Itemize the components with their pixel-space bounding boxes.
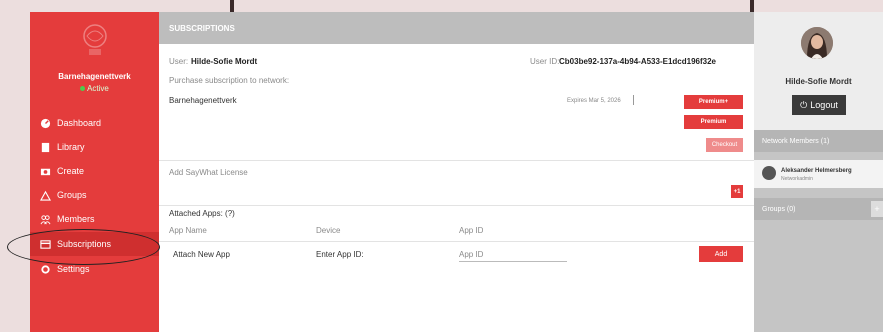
checkout-button[interactable]: Checkout bbox=[706, 138, 743, 152]
network-members-header[interactable]: Network Members (1) bbox=[754, 130, 883, 152]
nav-label: Groups bbox=[57, 190, 87, 200]
purchase-label: Purchase subscription to network: bbox=[169, 76, 290, 85]
status-text: Active bbox=[87, 84, 109, 93]
nav-library[interactable]: Library bbox=[30, 135, 159, 159]
member-role: Networkadmin bbox=[781, 176, 813, 182]
right-panel: Hilde-Sofie Mordt ⏻ Logout Network Membe… bbox=[754, 12, 883, 332]
avatar bbox=[801, 27, 833, 59]
nav-label: Settings bbox=[57, 264, 90, 274]
user-id-value: Cb03be92-137a-4b94-A533-E1dcd196f32e bbox=[559, 57, 716, 66]
groups-icon bbox=[39, 190, 51, 201]
main-content: SUBSCRIPTIONS User: Hilde-Sofie Mordt Us… bbox=[159, 12, 754, 332]
gear-icon bbox=[39, 264, 51, 274]
nav-create[interactable]: Create bbox=[30, 159, 159, 183]
profile-photo-icon bbox=[801, 27, 833, 59]
divider bbox=[159, 241, 754, 242]
app-id-input-underline bbox=[459, 261, 567, 262]
logout-button[interactable]: ⏻ Logout bbox=[792, 95, 846, 115]
nav-dashboard[interactable]: Dashboard bbox=[30, 111, 159, 135]
premium-plus-button[interactable]: Premium+ bbox=[684, 95, 743, 109]
book-icon bbox=[39, 142, 51, 152]
nav-label: Members bbox=[57, 214, 95, 224]
app-window: Barnehagenettverk Active Dashboard Libra… bbox=[30, 12, 883, 332]
user-name: Hilde-Sofie Mordt bbox=[191, 57, 258, 66]
card-icon bbox=[39, 239, 51, 249]
nav-label: Create bbox=[57, 166, 85, 176]
list-item[interactable]: Aleksander Helmersberg Networkadmin bbox=[754, 160, 883, 188]
app-id-input[interactable]: App ID bbox=[459, 250, 483, 259]
nav-members[interactable]: Members bbox=[30, 207, 159, 231]
page-title: SUBSCRIPTIONS bbox=[159, 12, 754, 44]
expires-text: Expires Mar 5, 2026 bbox=[567, 98, 621, 104]
groups-header[interactable]: Groups (0) bbox=[754, 198, 883, 220]
member-name: Aleksander Helmersberg bbox=[781, 168, 852, 174]
add-app-button[interactable]: Add bbox=[699, 246, 743, 262]
member-avatar bbox=[762, 166, 776, 180]
profile-card: Hilde-Sofie Mordt ⏻ Logout bbox=[754, 12, 883, 130]
dashboard-icon bbox=[39, 118, 51, 128]
premium-button[interactable]: Premium bbox=[684, 115, 743, 129]
nav-settings[interactable]: Settings bbox=[30, 257, 159, 281]
column-device: Device bbox=[316, 226, 341, 235]
status-dot-icon bbox=[80, 86, 86, 91]
members-icon bbox=[39, 214, 51, 224]
divider bbox=[159, 160, 754, 161]
add-license-button[interactable]: +1 bbox=[731, 185, 743, 198]
add-group-button[interactable]: + bbox=[871, 201, 883, 217]
profile-name: Hilde-Sofie Mordt bbox=[785, 77, 852, 86]
divider bbox=[633, 95, 634, 105]
column-app-name: App Name bbox=[169, 226, 207, 235]
enter-app-id-label: Enter App ID: bbox=[316, 250, 364, 259]
network-name: Barnehagenettverk bbox=[169, 96, 237, 105]
organization-logo-icon bbox=[83, 24, 107, 55]
attached-apps-label: Attached Apps: (?) bbox=[169, 209, 235, 218]
nav-label: Dashboard bbox=[57, 118, 102, 128]
user-label: User: bbox=[169, 57, 189, 66]
nav-label: Subscriptions bbox=[57, 239, 112, 249]
license-label: Add SayWhat License bbox=[169, 168, 248, 177]
camera-icon bbox=[39, 166, 51, 176]
nav-groups[interactable]: Groups bbox=[30, 183, 159, 207]
power-icon: ⏻ bbox=[800, 99, 808, 110]
column-app-id: App ID bbox=[459, 226, 484, 235]
org-name: Barnehagenettverk bbox=[58, 72, 131, 81]
sidebar: Barnehagenettverk Active Dashboard Libra… bbox=[30, 12, 159, 332]
org-status: Active bbox=[30, 84, 159, 93]
nav-label: Library bbox=[57, 142, 85, 152]
nav-subscriptions[interactable]: Subscriptions bbox=[30, 232, 159, 256]
logout-label: Logout bbox=[810, 100, 838, 110]
divider bbox=[159, 205, 754, 206]
attach-new-app-label: Attach New App bbox=[173, 250, 230, 259]
user-id-label: User ID: bbox=[530, 57, 560, 66]
